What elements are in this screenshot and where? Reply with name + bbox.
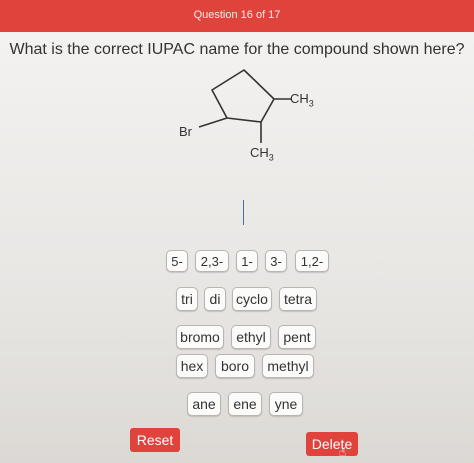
tile-boro[interactable]: boro [215,354,255,378]
br-label: Br [179,124,192,139]
tile-methyl[interactable]: methyl [262,354,314,378]
tile-ane[interactable]: ane [187,392,221,416]
cyclopentane-ring [211,69,275,123]
tile-5[interactable]: 5- [166,250,188,272]
tile-pent[interactable]: pent [278,325,316,349]
tile-cyclo[interactable]: cyclo [232,287,272,311]
delete-button[interactable]: Delete [306,432,358,456]
tile-2-3[interactable]: 2,3- [195,250,229,272]
tile-hex[interactable]: hex [176,354,208,378]
tile-yne[interactable]: yne [269,392,303,416]
tile-3[interactable]: 3- [265,250,287,272]
hand-pointer-icon: ☝ [339,445,347,459]
tile-bromo[interactable]: bromo [176,325,224,349]
tile-1[interactable]: 1- [236,250,258,272]
tile-di[interactable]: di [204,287,226,311]
ch3-label-bottom: CH3 [250,145,274,163]
tile-tri[interactable]: tri [176,287,198,311]
bond-to-br [198,117,228,128]
answer-cursor[interactable] [243,200,244,225]
tile-1-2[interactable]: 1,2- [295,250,329,272]
reset-button[interactable]: Reset [130,428,180,452]
tile-ene[interactable]: ene [228,392,262,416]
tile-tetra[interactable]: tetra [279,287,317,311]
ch3-label-top: CH3 [290,91,314,109]
tile-ethyl[interactable]: ethyl [231,325,271,349]
